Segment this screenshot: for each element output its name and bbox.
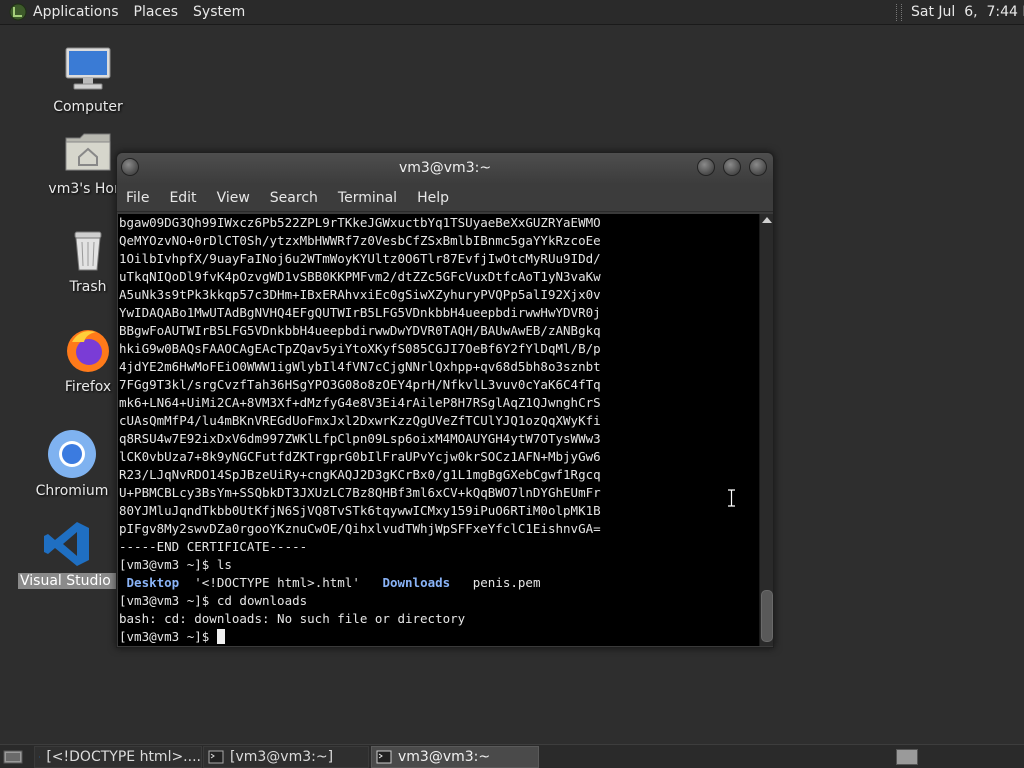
error-line: bash: cd: downloads: No such file or dir…: [119, 611, 466, 626]
file-entry-doctype: '<!DOCTYPE html>.html': [194, 575, 360, 590]
top-panel: Applications Places System Sat Jul 6, 7:…: [0, 0, 1024, 25]
desktop-icon-label: Computer: [53, 99, 123, 115]
clock[interactable]: Sat Jul 6, 7:44 PM: [911, 4, 1024, 20]
taskbar-item-label: [<!DOCTYPE html>....: [46, 749, 201, 765]
taskbar-item-vscode[interactable]: [<!DOCTYPE html>....: [34, 746, 202, 768]
menu-help[interactable]: Help: [417, 190, 449, 206]
taskbar-item-terminal-2[interactable]: vm3@vm3:~: [371, 746, 539, 768]
terminal-line: hkiG9w0BAQsFAAOCAgEAcTpZQav5yiYtoXKyfS08…: [119, 341, 601, 356]
trash-icon: [74, 231, 102, 271]
window-titlebar[interactable]: vm3@vm3:~: [117, 153, 773, 184]
show-desktop-icon[interactable]: [3, 749, 23, 765]
terminal-line: q8RSU4w7E92ixDxV6dm997ZWKlLfpClpn09Lsp6o…: [119, 431, 601, 446]
terminal-window[interactable]: vm3@vm3:~ File Edit View Search Terminal…: [116, 152, 774, 648]
window-title: vm3@vm3:~: [398, 160, 492, 176]
chromium-icon: [48, 430, 96, 478]
shell-prompt: [vm3@vm3 ~]$: [119, 557, 217, 572]
terminal-line: -----END CERTIFICATE-----: [119, 539, 308, 554]
desktop-icon-label: Firefox: [64, 379, 112, 395]
terminal-icon: [208, 750, 224, 764]
firefox-icon: [67, 330, 109, 372]
home-folder-icon: [65, 133, 111, 171]
ls-output-line: Desktop '<!DOCTYPE html>.html' Downloads…: [119, 574, 759, 592]
menu-edit[interactable]: Edit: [169, 190, 196, 206]
text-cursor: [216, 629, 225, 644]
terminal-line: QeMYOzvNO+0rDlCT0Sh/ytzxMbHWWRf7z0VesbCf…: [119, 233, 601, 248]
taskbar-item-label: vm3@vm3:~: [398, 749, 491, 765]
terminal-line: 80YJMluJqndTkbb0UtKfjN6SjVQ8TvSTk6tqywwI…: [119, 503, 601, 518]
terminal-scrollbar[interactable]: [759, 214, 773, 646]
desktop-icon-computer[interactable]: Computer: [33, 44, 143, 115]
computer-icon: [65, 47, 111, 90]
places-menu[interactable]: Places: [134, 4, 179, 20]
minimize-button[interactable]: [697, 158, 715, 176]
bottom-panel: [<!DOCTYPE html>.... [vm3@vm3:~] vm3@vm3…: [0, 744, 1024, 768]
menu-terminal[interactable]: Terminal: [338, 190, 397, 206]
command-text: cd downloads: [216, 593, 308, 608]
workspace-switcher[interactable]: [896, 749, 918, 765]
terminal-line: BBgwFoAUTWIrB5LFG5VDnkbbH4ueepbdirwwDwYD…: [119, 323, 601, 338]
desktop-icon-label: Visual Studio Co: [18, 573, 116, 589]
taskbar-item-label: [vm3@vm3:~]: [230, 749, 334, 765]
applications-menu[interactable]: Applications: [33, 4, 119, 20]
shell-prompt: [vm3@vm3 ~]$: [119, 593, 217, 608]
command-line-ls: [vm3@vm3 ~]$ ls: [119, 556, 759, 574]
menu-search[interactable]: Search: [270, 190, 318, 206]
desktop-icon-chromium[interactable]: Chromium: [17, 428, 127, 499]
menu-view[interactable]: View: [217, 190, 250, 206]
desktop-icon-label: Chromium: [35, 483, 109, 499]
command-line-cd: [vm3@vm3 ~]$ cd downloads: [119, 592, 759, 610]
terminal-line: 7FGg9T3kl/srgCvzfTah36HSgYPO3G08o8zOEY4p…: [119, 377, 601, 392]
terminal-line: bgaw09DG3Qh99IWxcz6Pb522ZPL9rTKkeJGWxuct…: [119, 215, 601, 230]
command-text: ls: [216, 557, 232, 572]
vscode-icon: [39, 756, 41, 758]
terminal-line: A5uNk3s9tPk3kkqp57c3DHm+IBxERAhvxiEc0gSi…: [119, 287, 601, 302]
scroll-up-arrow-icon[interactable]: [762, 217, 772, 223]
terminal-icon: [376, 750, 392, 764]
close-button[interactable]: [749, 158, 767, 176]
terminal-output[interactable]: bgaw09DG3Qh99IWxcz6Pb522ZPL9rTKkeJGWxuct…: [118, 214, 759, 646]
terminal-line: 4jdYE2m6HwMoFEiO0WWW1igWlybIl4fVN7cCjgNN…: [119, 359, 601, 374]
terminal-line: R23/LJqNvRDO14SpJBzeUiRy+cngKAQJ2D3gKCrB…: [119, 467, 601, 482]
menu-file[interactable]: File: [126, 190, 149, 206]
terminal-menubar: File Edit View Search Terminal Help: [117, 184, 773, 212]
terminal-line: YwIDAQABo1MwUTAdBgNVHQ4EFgQUTWIrB5LFG5VD…: [119, 305, 601, 320]
terminal-line: pIFgv8My2swvDZa0rgooYKznuCwOE/QihxlvudTW…: [119, 521, 601, 536]
desktop-icon-label: Trash: [69, 279, 107, 295]
taskbar-item-terminal-1[interactable]: [vm3@vm3:~]: [203, 746, 369, 768]
current-prompt-line[interactable]: [vm3@vm3 ~]$: [119, 628, 759, 646]
dir-entry-downloads: Downloads: [382, 575, 451, 590]
mate-logo-icon[interactable]: [9, 3, 27, 21]
panel-separator: [896, 4, 902, 21]
terminal-line: lCK0vbUza7+8k9yNGCFutfdZKTrgprG0bIlFraUP…: [119, 449, 601, 464]
maximize-button[interactable]: [723, 158, 741, 176]
terminal-line: cUAsQmMfP4/lu4mBKnVREGdUoFmxJxl2DxwrKzzQ…: [119, 413, 601, 428]
terminal-line: 1OilbIvhpfX/9uayFaINoj6u2WTmWoyKYUltz0O6…: [119, 251, 601, 266]
terminal-line: U+PBMCBLcy3BsYm+SSQbkDT3JXUzLC7Bz8QHBf3m…: [119, 485, 601, 500]
file-entry-pem: penis.pem: [472, 575, 541, 590]
shell-prompt: [vm3@vm3 ~]$: [119, 629, 217, 644]
dir-entry-desktop: Desktop: [126, 575, 180, 590]
terminal-line: mk6+LN64+UiMi2CA+8VM3Xf+dMzfyG4e8V3Ei4rA…: [119, 395, 601, 410]
ibeam-cursor-icon: [728, 489, 735, 507]
system-menu[interactable]: System: [193, 4, 245, 20]
terminal-line: uTkqNIQoDl9fvK4pOzvgWD1vSBB0KKPMFvm2/dtZ…: [119, 269, 601, 284]
desktop-icon-vscode[interactable]: Visual Studio Co: [17, 518, 117, 593]
vscode-icon: [44, 522, 89, 566]
scrollbar-thumb[interactable]: [761, 590, 773, 642]
